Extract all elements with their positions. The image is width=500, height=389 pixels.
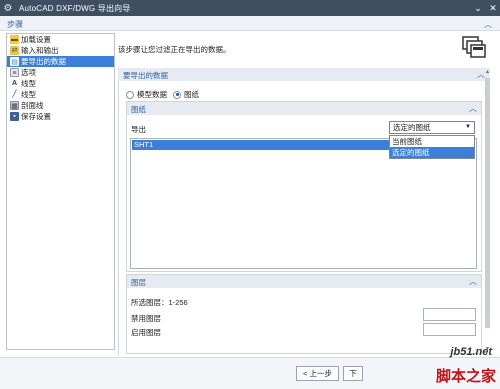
- step-linetype-2[interactable]: ╱ 线型: [7, 89, 114, 100]
- step-description: 该步骤让您过滤正在导出的数据。: [118, 45, 231, 54]
- data-type-radio-group: 模型数据 图纸: [126, 89, 205, 100]
- model-data-radio[interactable]: [126, 90, 134, 99]
- drawing-panel-title: 图纸: [131, 105, 146, 114]
- dropdown-option-current[interactable]: 当前图纸: [390, 136, 474, 147]
- close-icon[interactable]: ✕: [486, 1, 500, 15]
- steps-list: ▬ 加载设置 ⇄ 输入和输出 ▤ 要导出的数据 ≡ 选项 A 线型 ╱ 线型 ▦…: [6, 33, 115, 350]
- section-header[interactable]: 要导出的数据 ︿: [118, 68, 490, 81]
- save-icon: ▪: [10, 112, 19, 121]
- model-data-label: 模型数据: [137, 90, 167, 99]
- options-icon: ≡: [10, 68, 19, 77]
- drawing-label: 图纸: [184, 90, 199, 99]
- list-item[interactable]: SHT1: [132, 140, 389, 150]
- drawing-panel-header[interactable]: 图纸 ︿: [127, 102, 481, 115]
- step-label: 选项: [21, 68, 36, 77]
- export-data-icon: [461, 35, 487, 61]
- title-bar: ⚙ AutoCAD DXF/DWG 导出向导 ⌄ ✕: [0, 0, 500, 16]
- step-linetype-1[interactable]: A 线型: [7, 78, 114, 89]
- step-options[interactable]: ≡ 选项: [7, 67, 114, 78]
- drawing-radio[interactable]: [173, 90, 181, 99]
- enabled-layers-field[interactable]: [423, 323, 476, 336]
- line-icon: ╱: [12, 91, 17, 98]
- step-load-settings[interactable]: ▬ 加载设置: [7, 34, 114, 45]
- step-label: 剖面线: [21, 101, 44, 110]
- io-icon: ⇄: [10, 46, 19, 55]
- step-label: 输入和输出: [21, 46, 59, 55]
- collapse-up-icon[interactable]: ︿: [484, 19, 492, 30]
- scrollbar-thumb[interactable]: [485, 78, 490, 328]
- section-title: 要导出的数据: [123, 71, 168, 80]
- vertical-scrollbar[interactable]: ▲ ▼: [484, 69, 491, 354]
- disabled-layers-field[interactable]: [423, 308, 476, 321]
- folder-icon: ▬: [10, 35, 19, 44]
- step-label: 要导出的数据: [21, 57, 66, 66]
- step-input-output[interactable]: ⇄ 输入和输出: [7, 45, 114, 56]
- step-save-settings[interactable]: ▪ 保存设置: [7, 111, 114, 122]
- chevron-down-icon: ▼: [465, 124, 471, 130]
- hatch-icon: ▦: [10, 101, 19, 110]
- disabled-layers-label: 禁用图层: [131, 314, 161, 323]
- step-data-to-export[interactable]: ▤ 要导出的数据: [7, 56, 114, 67]
- step-hatch[interactable]: ▦ 剖面线: [7, 100, 114, 111]
- scroll-up-icon[interactable]: ▲: [484, 69, 491, 76]
- step-label: 线型: [21, 90, 36, 99]
- chevron-down-icon[interactable]: ⌄: [471, 1, 485, 15]
- watermark: jb51.net 脚本之家: [401, 343, 500, 389]
- step-label: 加载设置: [21, 35, 51, 44]
- linetype-icon: A: [11, 80, 18, 87]
- enabled-layers-label: 启用图层: [131, 328, 161, 337]
- watermark-brand: 脚本之家: [435, 368, 496, 385]
- gear-icon: ⚙: [3, 2, 13, 14]
- steps-header: 步骤 ︿: [0, 16, 500, 31]
- step-label: 保存设置: [21, 112, 51, 121]
- select-value: 选定的图纸: [393, 123, 431, 132]
- layer-panel-header[interactable]: 图层 ︿: [127, 275, 481, 288]
- collapse-up-icon[interactable]: ︿: [469, 276, 477, 287]
- steps-label: 步骤: [7, 20, 23, 29]
- export-label: 导出: [131, 125, 146, 134]
- export-scope-dropdown: 当前图纸 选定的图纸: [389, 135, 475, 159]
- layer-panel-title: 图层: [131, 278, 146, 287]
- dropdown-option-selected[interactable]: 选定的图纸: [390, 147, 474, 158]
- collapse-up-icon[interactable]: ︿: [469, 103, 477, 114]
- export-scope-select[interactable]: 选定的图纸 ▼: [389, 121, 475, 134]
- watermark-site: jb51.net: [450, 346, 492, 358]
- window-title: AutoCAD DXF/DWG 导出向导: [19, 3, 131, 13]
- step-label: 线型: [21, 79, 36, 88]
- next-button[interactable]: 下: [343, 366, 363, 381]
- data-icon: ▤: [10, 57, 19, 66]
- back-button[interactable]: < 上一步: [296, 366, 339, 381]
- selected-layers-text: 所选图层：1-256: [131, 298, 188, 307]
